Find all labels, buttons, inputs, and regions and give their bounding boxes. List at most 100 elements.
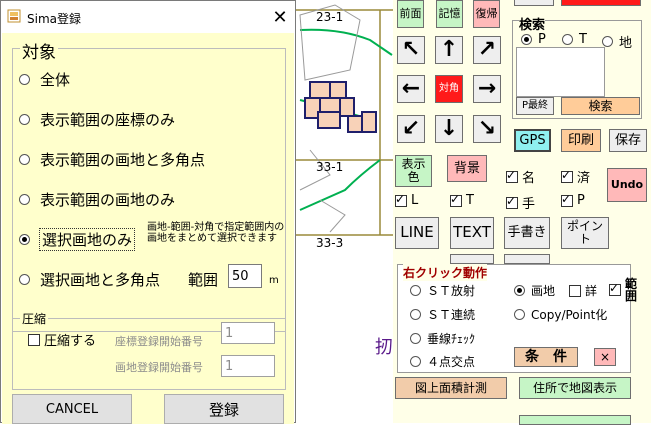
rc-range-label: 範囲	[625, 277, 638, 303]
check-name[interactable]: 名	[506, 167, 535, 186]
undo-button[interactable]: Undo	[607, 168, 647, 202]
arrow-right-icon[interactable]: →	[473, 75, 501, 103]
rc-st-connect[interactable]: ＳＴ連続	[410, 306, 475, 323]
check-hand-box	[506, 194, 518, 209]
compress-checkbox-box	[28, 333, 40, 346]
radio-land-label: 地	[619, 36, 633, 51]
print-button[interactable]: 印刷	[561, 129, 601, 152]
point-button[interactable]: ポイント	[561, 217, 609, 249]
rc-detail[interactable]: 詳	[569, 282, 597, 299]
partial-button[interactable]	[450, 254, 494, 264]
rc-parcel-label: 画地	[531, 284, 556, 298]
search-radio-t[interactable]: T	[562, 32, 587, 47]
range-label: 範囲	[188, 271, 219, 289]
rc-close-button[interactable]: ×	[594, 348, 616, 366]
rc-parcel[interactable]: 画地	[514, 282, 555, 299]
top-partial-button-2[interactable]	[561, 0, 641, 6]
rc-copy-point[interactable]: Copy/Point化	[514, 306, 607, 323]
option-selected-parcels[interactable]: 選択画地のみ	[19, 228, 136, 251]
check-hand[interactable]: 手	[506, 193, 535, 212]
close-icon[interactable]: ✕	[269, 6, 291, 28]
rc-perpendicular[interactable]: 垂線ﾁｪｯｸ	[410, 330, 475, 347]
option-visible-coords-label: 表示範囲の座標のみ	[40, 111, 176, 129]
front-button[interactable]: 前面	[397, 0, 424, 28]
search-title: 検索	[519, 14, 546, 33]
option-visible-coords[interactable]: 表示範囲の座標のみ	[19, 109, 175, 130]
option-all[interactable]: 全体	[19, 69, 70, 90]
rc-detail-label: 詳	[585, 284, 598, 298]
bottom-partial-button[interactable]	[519, 415, 631, 425]
check-name-box	[506, 168, 518, 183]
search-input[interactable]	[516, 47, 605, 97]
rc-st-connect-dot	[410, 309, 421, 320]
check-t[interactable]: T	[450, 192, 474, 208]
parcel-start-input[interactable]: 1	[221, 355, 275, 377]
diagonal-button[interactable]: 対角	[435, 75, 463, 103]
arrow-down-icon[interactable]: ↓	[435, 115, 463, 143]
rc-four-point-dot	[410, 356, 421, 367]
partial-button-2[interactable]	[504, 254, 550, 264]
restore-button[interactable]: 復帰	[473, 0, 500, 28]
option-visible-parcels-polypoints-label: 表示範囲の画地と多角点	[40, 151, 206, 169]
check-name-label: 名	[522, 171, 536, 186]
arrow-up-left-icon[interactable]: ↖	[397, 36, 425, 64]
check-extinct[interactable]: 済	[561, 167, 590, 186]
gps-button[interactable]: GPS	[514, 129, 551, 152]
condition-button[interactable]: 条 件	[514, 347, 578, 367]
memory-button[interactable]: 記憶	[436, 0, 463, 28]
background-button[interactable]: 背景	[447, 155, 487, 182]
search-button[interactable]: 検索	[561, 97, 640, 115]
option-selected-parcels-label: 選択画地のみ	[38, 228, 136, 251]
area-measure-button[interactable]: 図上面積計測	[395, 377, 507, 399]
save-button[interactable]: 保存	[609, 129, 647, 152]
handwrite-button[interactable]: 手書き	[504, 217, 550, 249]
dialog-title: Sima登録	[27, 12, 81, 26]
compress-legend: 圧縮	[20, 310, 49, 327]
arrow-left-icon[interactable]: ←	[397, 75, 425, 103]
option-visible-parcels-label: 表示範囲の画地のみ	[40, 191, 176, 209]
cancel-button[interactable]: CANCEL	[12, 394, 132, 424]
top-partial-button-1[interactable]	[514, 0, 554, 6]
rc-four-point[interactable]: ４点交点	[410, 353, 475, 370]
option-visible-parcels[interactable]: 表示範囲の画地のみ	[19, 189, 175, 210]
search-radio-land[interactable]: 地	[602, 32, 632, 51]
option-selected-parcels-polypoints[interactable]: 選択画地と多角点	[19, 269, 160, 290]
radio-t-label: T	[579, 32, 587, 47]
range-input[interactable]: 50	[228, 264, 262, 288]
check-hand-label: 手	[522, 197, 536, 212]
search-radio-p[interactable]: P	[521, 32, 546, 47]
check-p-box	[561, 192, 573, 207]
rc-perpendicular-dot	[410, 333, 421, 344]
register-button[interactable]: 登録	[164, 394, 284, 424]
radio-p-dot	[521, 34, 532, 45]
line-button[interactable]: LINE	[395, 217, 439, 249]
display-color-button[interactable]: 表示色	[395, 155, 432, 187]
address-map-button[interactable]: 住所で地図表示	[519, 377, 631, 399]
check-l[interactable]: L	[395, 192, 418, 208]
selection-note: 画地-範囲-対角で指定範囲内の画地をまとめて選択できます	[147, 222, 285, 244]
rc-parcel-dot	[514, 285, 525, 296]
target-legend: 対象	[20, 38, 58, 63]
rc-perpendicular-label: 垂線ﾁｪｯｸ	[427, 332, 476, 346]
option-visible-parcels-polypoints-dot	[19, 154, 30, 165]
app-icon	[7, 9, 21, 23]
rc-copy-point-label: Copy/Point化	[531, 308, 608, 322]
rc-st-radiate[interactable]: ＳＴ放射	[410, 282, 475, 299]
radio-p-label: P	[538, 32, 546, 47]
coord-start-input[interactable]: 1	[221, 322, 275, 344]
option-visible-parcels-polypoints[interactable]: 表示範囲の画地と多角点	[19, 149, 205, 170]
option-visible-coords-dot	[19, 114, 30, 125]
arrow-up-right-icon[interactable]: ↗	[473, 36, 501, 64]
arrow-up-icon[interactable]: ↑	[435, 36, 463, 64]
rc-range[interactable]: 範囲	[609, 278, 639, 302]
check-p[interactable]: P	[561, 192, 585, 208]
map-label-33-3: 33-3	[316, 236, 344, 250]
coord-start-label: 座標登録開始番号	[115, 335, 203, 348]
compress-checkbox[interactable]: 圧縮する	[28, 330, 96, 349]
option-visible-parcels-dot	[19, 194, 30, 205]
arrow-down-right-icon[interactable]: ↘	[473, 115, 501, 143]
option-selected-parcels-dot	[19, 234, 30, 245]
arrow-down-left-icon[interactable]: ↙	[397, 115, 425, 143]
last-p-button[interactable]: P最終	[516, 97, 554, 115]
text-button[interactable]: TEXT	[450, 217, 494, 249]
